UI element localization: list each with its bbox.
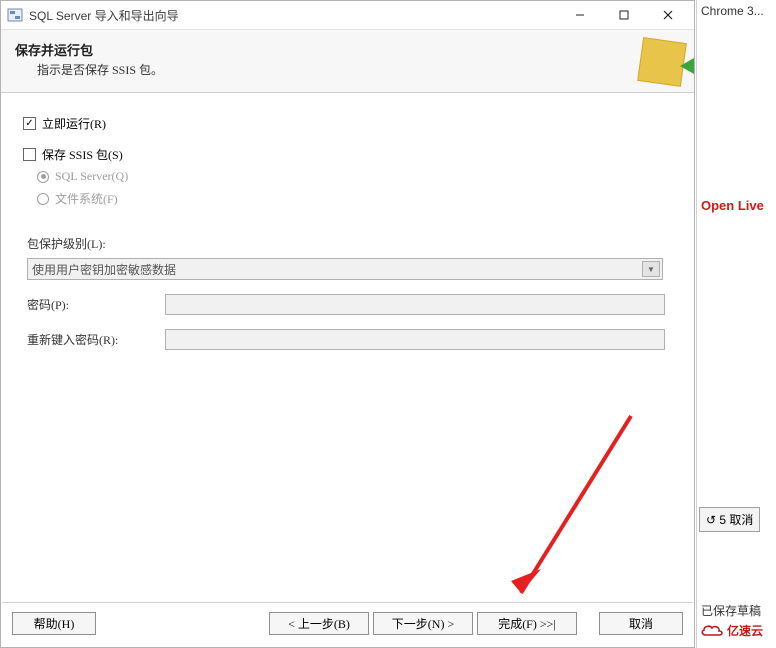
help-button[interactable]: 帮助(H) (12, 612, 96, 635)
radio-icon (37, 171, 49, 183)
window-title: SQL Server 导入和导出向导 (29, 7, 179, 24)
checkbox-icon (23, 148, 36, 161)
next-button[interactable]: 下一步(N) > (373, 612, 473, 635)
radio-icon (37, 193, 49, 205)
protection-level-label: 包保护级别(L): (27, 235, 672, 252)
cloud-icon (699, 621, 725, 639)
checkbox-icon (23, 117, 36, 130)
target-sqlserver-radio: SQL Server(Q) (37, 169, 672, 184)
password-label: 密码(P): (27, 296, 161, 313)
saved-draft-label: 已保存草稿 (697, 602, 776, 619)
maximize-button[interactable] (602, 1, 646, 29)
close-button[interactable] (646, 1, 690, 29)
run-now-checkbox[interactable]: 立即运行(R) (23, 115, 672, 132)
page-subtitle: 指示是否保存 SSIS 包。 (15, 61, 680, 78)
open-live-link[interactable]: Open Live (697, 198, 776, 213)
page-title: 保存并运行包 (15, 40, 680, 59)
arrow-icon (680, 58, 694, 74)
save-ssis-label: 保存 SSIS 包(S) (42, 146, 123, 163)
run-now-label: 立即运行(R) (42, 115, 106, 132)
back-button[interactable]: < 上一步(B) (269, 612, 369, 635)
titlebar: SQL Server 导入和导出向导 (1, 1, 694, 29)
wizard-window: SQL Server 导入和导出向导 保存并运行包 指示是否保存 SSIS 包。… (0, 0, 695, 648)
minimize-button[interactable] (558, 1, 602, 29)
content-area: 立即运行(R) 保存 SSIS 包(S) SQL Server(Q) 文件系统(… (1, 93, 694, 350)
chevron-down-icon: ▼ (642, 261, 660, 277)
app-icon (7, 7, 23, 23)
brand-logo[interactable]: 亿速云 (697, 621, 776, 639)
cancel-button[interactable]: 取消 (599, 612, 683, 635)
save-ssis-checkbox[interactable]: 保存 SSIS 包(S) (23, 146, 672, 163)
target-filesystem-label: 文件系统(F) (55, 190, 118, 207)
finish-button[interactable]: 完成(F) >>| (477, 612, 577, 635)
protection-level-select: 使用用户密钥加密敏感数据 ▼ (27, 258, 663, 280)
undo-button[interactable]: ↺ 5 取消 (699, 507, 760, 532)
password-confirm-label: 重新键入密码(R): (27, 331, 161, 348)
password-input (165, 294, 665, 315)
annotation-arrow (501, 411, 661, 611)
protection-level-value: 使用用户密钥加密敏感数据 (32, 261, 176, 278)
wizard-header: 保存并运行包 指示是否保存 SSIS 包。 (1, 29, 694, 93)
chrome-tab[interactable]: Chrome 3... (697, 0, 776, 22)
target-filesystem-radio: 文件系统(F) (37, 190, 672, 207)
browser-sidebar: Chrome 3... Open Live ↺ 5 取消 已保存草稿 亿速云 (696, 0, 776, 648)
target-sqlserver-label: SQL Server(Q) (55, 169, 128, 184)
wizard-footer: 帮助(H) < 上一步(B) 下一步(N) > 完成(F) >>| 取消 (2, 602, 693, 644)
password-confirm-input (165, 329, 665, 350)
brand-text: 亿速云 (727, 622, 763, 639)
